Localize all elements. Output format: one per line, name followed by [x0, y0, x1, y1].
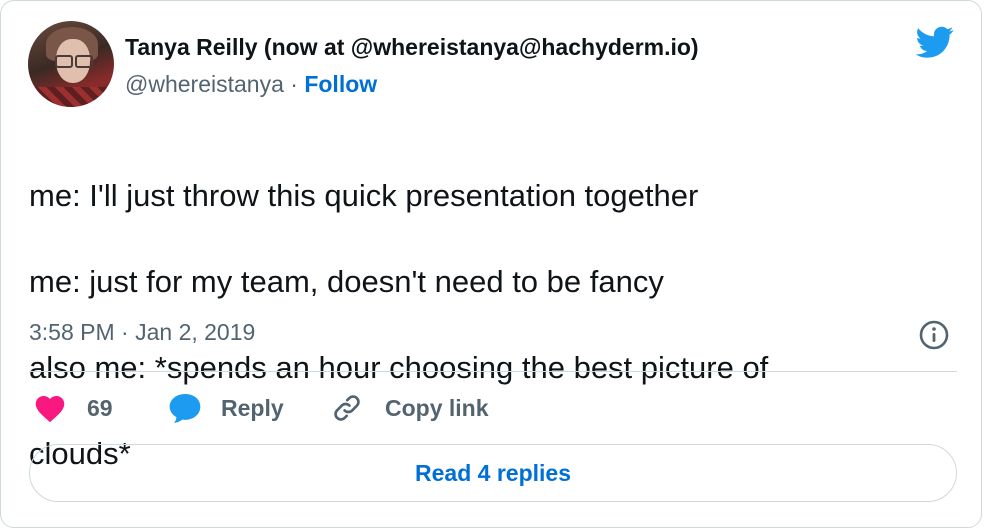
reply-button[interactable]: Reply	[167, 391, 284, 425]
handle-separator: ·	[290, 71, 298, 97]
link-icon	[334, 395, 360, 421]
follow-button[interactable]: Follow	[304, 71, 377, 97]
author-handle-row: @whereistanya · Follow	[125, 71, 377, 98]
tweet-card: Tanya Reilly (now at @whereistanya@hachy…	[0, 0, 982, 528]
tweet-timestamp[interactable]: 3:58 PM · Jan 2, 2019	[29, 319, 255, 346]
avatar[interactable]	[28, 21, 114, 107]
like-count: 69	[87, 394, 113, 421]
read-replies-button[interactable]: Read 4 replies	[29, 444, 957, 502]
copy-link-button[interactable]: Copy link	[331, 391, 489, 425]
info-icon[interactable]	[918, 319, 950, 351]
avatar-shirt	[34, 87, 110, 107]
avatar-glasses	[55, 55, 93, 68]
reply-label: Reply	[221, 394, 284, 421]
divider	[29, 371, 957, 372]
speech-bubble-icon	[169, 394, 201, 423]
tweet-line: also me: *spends an hour choosing the be…	[29, 350, 769, 385]
author-handle[interactable]: @whereistanya	[125, 71, 284, 97]
twitter-bird-icon[interactable]	[913, 23, 957, 61]
copy-link-label: Copy link	[385, 394, 489, 421]
like-button[interactable]: 69	[34, 391, 113, 425]
tweet-line: me: just for my team, doesn't need to be…	[29, 264, 664, 299]
author-name[interactable]: Tanya Reilly (now at @whereistanya@hachy…	[125, 34, 699, 61]
tweet-line: me: I'll just throw this quick presentat…	[29, 178, 699, 213]
heart-icon	[35, 396, 65, 423]
read-replies-label: Read 4 replies	[415, 459, 571, 486]
